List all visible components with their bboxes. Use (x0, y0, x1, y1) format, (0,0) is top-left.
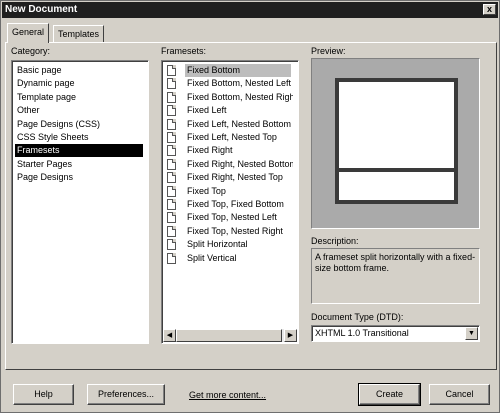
get-more-content-link[interactable]: Get more content... (189, 390, 266, 400)
document-icon (167, 78, 176, 90)
frameset-item-label: Fixed Right (187, 145, 233, 156)
document-icon (167, 185, 176, 197)
frameset-item[interactable]: Fixed Left, Nested Top (165, 131, 293, 144)
frameset-item[interactable]: Fixed Right, Nested Bottom (165, 158, 293, 171)
preview-label: Preview: (311, 46, 346, 56)
document-icon (167, 158, 176, 170)
frameset-item-label: Split Vertical (187, 252, 237, 263)
chevron-down-icon[interactable]: ▼ (465, 327, 478, 340)
document-icon (167, 145, 176, 157)
frameset-item[interactable]: Fixed Top, Nested Left (165, 211, 293, 224)
category-item[interactable]: Other (15, 104, 143, 117)
frameset-item-label: Fixed Bottom (185, 64, 291, 77)
document-icon (167, 199, 176, 210)
tab-general[interactable]: General (7, 23, 50, 43)
doctype-select[interactable]: XHTML 1.0 Transitional ▼ (311, 325, 480, 342)
preview-pane (311, 58, 480, 229)
title-bar: New Document x (2, 2, 498, 18)
frameset-item[interactable]: Fixed Left (165, 104, 293, 117)
new-document-dialog: New Document x General Templates Categor… (0, 0, 500, 413)
window-title: New Document (5, 4, 78, 15)
document-icon (167, 105, 176, 117)
frameset-item[interactable]: Split Vertical (165, 252, 293, 265)
frameset-item-label: Fixed Left, Nested Top (187, 132, 277, 142)
frameset-item[interactable]: Fixed Bottom (165, 64, 293, 77)
help-button[interactable]: Help (13, 384, 74, 405)
document-icon (167, 239, 176, 251)
preview-bottom-frame (335, 168, 458, 204)
category-item[interactable]: CSS Style Sheets (15, 131, 143, 144)
frameset-item[interactable]: Fixed Bottom, Nested Right (165, 91, 293, 104)
frameset-item[interactable]: Fixed Top, Fixed Bottom (165, 198, 293, 211)
document-icon (167, 91, 176, 103)
document-icon (167, 225, 176, 237)
frameset-item-label: Fixed Bottom, Nested Left (187, 78, 292, 89)
frameset-item-label: Fixed Top (187, 185, 226, 196)
cancel-button[interactable]: Cancel (429, 384, 490, 405)
framesets-label: Framesets: (161, 46, 207, 56)
doctype-label: Document Type (DTD): (311, 312, 404, 322)
preview-main-frame (335, 78, 458, 172)
frameset-item-label: Fixed Left, Nested Bottom (187, 118, 292, 129)
frameset-item[interactable]: Fixed Right (165, 144, 293, 157)
frameset-item-label: Fixed Right, Nested Top (187, 172, 283, 183)
doctype-value: XHTML 1.0 Transitional (315, 328, 409, 338)
category-label: Category: (11, 46, 51, 56)
frameset-item-label: Fixed Top, Nested Right (187, 225, 283, 236)
category-item[interactable]: Page Designs (15, 171, 143, 184)
scroll-left-icon[interactable]: ◀ (163, 329, 176, 342)
horizontal-scrollbar[interactable]: ◀ ▶ (163, 329, 297, 342)
frameset-item-label: Fixed Right, Nested Bottom (187, 158, 293, 169)
tab-templates[interactable]: Templates (53, 25, 105, 43)
frameset-item[interactable]: Fixed Bottom, Nested Left (165, 77, 293, 90)
document-icon (167, 212, 176, 224)
framesets-list[interactable]: Split Vertical Split Horizontal Fixed Top,… (161, 60, 299, 344)
category-item[interactable]: Framesets (15, 144, 143, 158)
frameset-item[interactable]: Fixed Top (165, 185, 293, 198)
close-button[interactable]: x (483, 4, 496, 15)
frameset-item-label: Fixed Top, Nested Left (187, 212, 277, 223)
category-item[interactable]: Dynamic page (15, 77, 143, 90)
document-icon (167, 252, 176, 264)
frameset-item-label: Fixed Top, Fixed Bottom (187, 199, 284, 209)
document-icon (167, 65, 176, 76)
frameset-item-label: Fixed Bottom, Nested Right (187, 91, 293, 102)
frameset-item[interactable]: Fixed Top, Nested Right (165, 225, 293, 238)
category-item[interactable]: Template page (15, 91, 143, 104)
document-icon (167, 172, 176, 184)
scrollbar-thumb[interactable] (176, 329, 282, 342)
create-button[interactable]: Create (358, 383, 421, 406)
category-item[interactable]: Starter Pages (15, 158, 143, 171)
description-label: Description: (311, 236, 359, 246)
preferences-button[interactable]: Preferences... (87, 384, 165, 405)
category-item[interactable]: Page Designs (CSS) (15, 118, 143, 131)
description-text: A frameset split horizontally with a fix… (311, 248, 480, 304)
document-icon (167, 118, 176, 130)
category-list[interactable]: Basic page Dynamic page Template page Other… (11, 60, 149, 344)
frameset-item[interactable]: Fixed Left, Nested Bottom (165, 118, 293, 131)
scroll-right-icon[interactable]: ▶ (284, 329, 297, 342)
frameset-item[interactable]: Split Horizontal (165, 238, 293, 251)
frameset-item[interactable]: Fixed Right, Nested Top (165, 171, 293, 184)
frameset-item-label: Fixed Left (187, 105, 227, 116)
frameset-item-label: Split Horizontal (187, 239, 248, 250)
document-icon (167, 132, 176, 143)
category-item[interactable]: Basic page (15, 64, 143, 77)
